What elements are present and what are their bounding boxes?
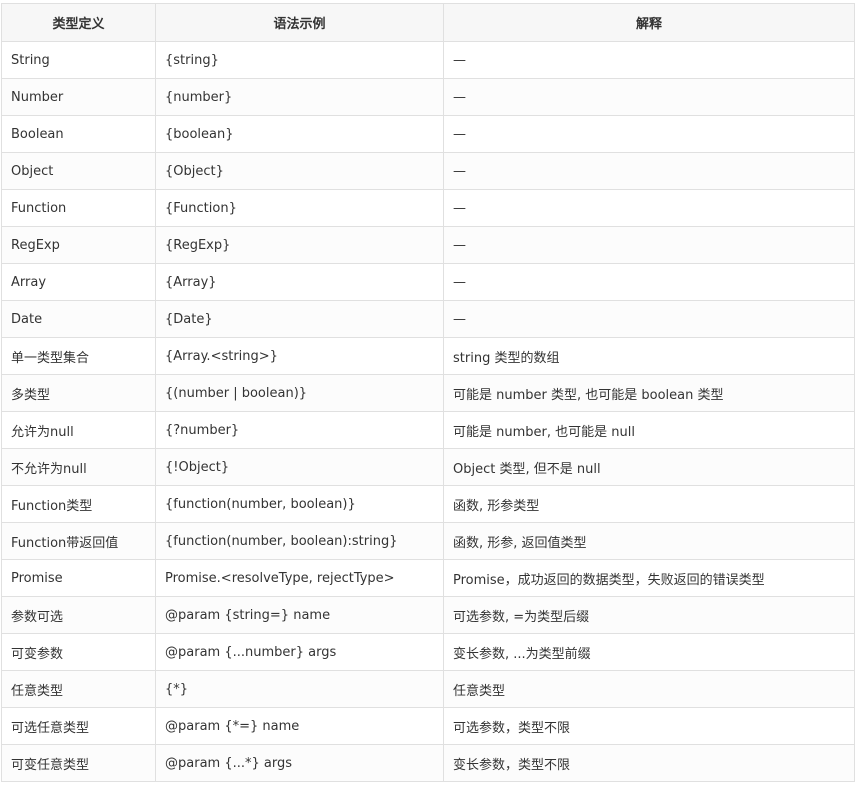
- explanation-cell: 函数, 形参类型: [443, 485, 855, 523]
- table-row: Promise Promise.<resolveType, rejectType>…: [1, 559, 855, 597]
- type-cell: 可变参数: [1, 633, 156, 671]
- explanation-cell: —: [443, 115, 855, 153]
- explanation-cell: Promise，成功返回的数据类型，失败返回的错误类型: [443, 559, 855, 597]
- syntax-cell: {string}: [155, 41, 444, 79]
- table-row: 参数可选 @param {string=} name 可选参数, =为类型后缀: [1, 596, 855, 634]
- type-cell: 允许为null: [1, 411, 156, 449]
- type-cell: 可变任意类型: [1, 744, 156, 782]
- explanation-cell: —: [443, 78, 855, 116]
- type-cell: 不允许为null: [1, 448, 156, 486]
- type-cell: Function带返回值: [1, 522, 156, 560]
- explanation-cell: —: [443, 152, 855, 190]
- table-row: 可变参数 @param {...number} args 变长参数, ...为类型前…: [1, 633, 855, 671]
- syntax-cell: @param {...*} args: [155, 744, 444, 782]
- explanation-cell: —: [443, 226, 855, 264]
- table-row: 不允许为null {!Object} Object 类型, 但不是 null: [1, 448, 855, 486]
- table-row: Boolean {boolean} —: [1, 115, 855, 153]
- table-row: 多类型 {(number | boolean)} 可能是 number 类型, 也可…: [1, 374, 855, 412]
- explanation-cell: 可能是 number 类型, 也可能是 boolean 类型: [443, 374, 855, 412]
- table-row: Object {Object} —: [1, 152, 855, 190]
- syntax-cell: {boolean}: [155, 115, 444, 153]
- syntax-cell: @param {*=} name: [155, 707, 444, 745]
- table-row: Function {Function} —: [1, 189, 855, 227]
- type-cell: 单一类型集合: [1, 337, 156, 375]
- type-cell: 多类型: [1, 374, 156, 412]
- table-row: 可选任意类型 @param {*=} name 可选参数，类型不限: [1, 707, 855, 745]
- syntax-cell: Promise.<resolveType, rejectType>: [155, 559, 444, 597]
- table-row: Array {Array} —: [1, 263, 855, 301]
- syntax-cell: @param {string=} name: [155, 596, 444, 634]
- table-row: Date {Date} —: [1, 300, 855, 338]
- type-cell: RegExp: [1, 226, 156, 264]
- table-row: 可变任意类型 @param {...*} args 变长参数，类型不限: [1, 744, 855, 782]
- type-cell: Function类型: [1, 485, 156, 523]
- syntax-cell: {Array.<string>}: [155, 337, 444, 375]
- syntax-cell: {!Object}: [155, 448, 444, 486]
- syntax-cell: {*}: [155, 670, 444, 708]
- header-explanation: 解释: [443, 3, 855, 42]
- table-body: String {string} — Number {number} — Boolean {bo…: [1, 41, 855, 782]
- syntax-cell: {Date}: [155, 300, 444, 338]
- type-cell: Array: [1, 263, 156, 301]
- table-row: Function带返回值 {function(number, boolean):s…: [1, 522, 855, 560]
- syntax-cell: {?number}: [155, 411, 444, 449]
- table-header-row: 类型定义 语法示例 解释: [1, 3, 855, 42]
- explanation-cell: —: [443, 41, 855, 79]
- table-row: 允许为null {?number} 可能是 number, 也可能是 null: [1, 411, 855, 449]
- explanation-cell: —: [443, 300, 855, 338]
- explanation-cell: —: [443, 189, 855, 227]
- explanation-cell: 任意类型: [443, 670, 855, 708]
- type-cell: Boolean: [1, 115, 156, 153]
- explanation-cell: 函数, 形参, 返回值类型: [443, 522, 855, 560]
- type-cell: Function: [1, 189, 156, 227]
- explanation-cell: string 类型的数组: [443, 337, 855, 375]
- explanation-cell: 可选参数, =为类型后缀: [443, 596, 855, 634]
- syntax-cell: {Array}: [155, 263, 444, 301]
- syntax-cell: {function(number, boolean):string}: [155, 522, 444, 560]
- type-cell: 任意类型: [1, 670, 156, 708]
- type-cell: Date: [1, 300, 156, 338]
- explanation-cell: 变长参数, ...为类型前缀: [443, 633, 855, 671]
- header-syntax-example: 语法示例: [155, 3, 444, 42]
- explanation-cell: 变长参数，类型不限: [443, 744, 855, 782]
- explanation-cell: 可选参数，类型不限: [443, 707, 855, 745]
- type-cell: Number: [1, 78, 156, 116]
- header-type-definition: 类型定义: [1, 3, 156, 42]
- syntax-cell: {Object}: [155, 152, 444, 190]
- table-row: String {string} —: [1, 41, 855, 79]
- type-cell: Object: [1, 152, 156, 190]
- table-row: RegExp {RegExp} —: [1, 226, 855, 264]
- table-row: Function类型 {function(number, boolean)} 函数,…: [1, 485, 855, 523]
- type-cell: Promise: [1, 559, 156, 597]
- syntax-cell: @param {...number} args: [155, 633, 444, 671]
- table-row: Number {number} —: [1, 78, 855, 116]
- explanation-cell: 可能是 number, 也可能是 null: [443, 411, 855, 449]
- table-row: 单一类型集合 {Array.<string>} string 类型的数组: [1, 337, 855, 375]
- syntax-cell: {number}: [155, 78, 444, 116]
- syntax-cell: {function(number, boolean)}: [155, 485, 444, 523]
- explanation-cell: —: [443, 263, 855, 301]
- syntax-cell: {(number | boolean)}: [155, 374, 444, 412]
- type-cell: 可选任意类型: [1, 707, 156, 745]
- type-definition-table: 类型定义 语法示例 解释 String {string} — Number {numbe…: [1, 3, 855, 782]
- type-cell: String: [1, 41, 156, 79]
- syntax-cell: {RegExp}: [155, 226, 444, 264]
- explanation-cell: Object 类型, 但不是 null: [443, 448, 855, 486]
- syntax-cell: {Function}: [155, 189, 444, 227]
- table-row: 任意类型 {*} 任意类型: [1, 670, 855, 708]
- type-cell: 参数可选: [1, 596, 156, 634]
